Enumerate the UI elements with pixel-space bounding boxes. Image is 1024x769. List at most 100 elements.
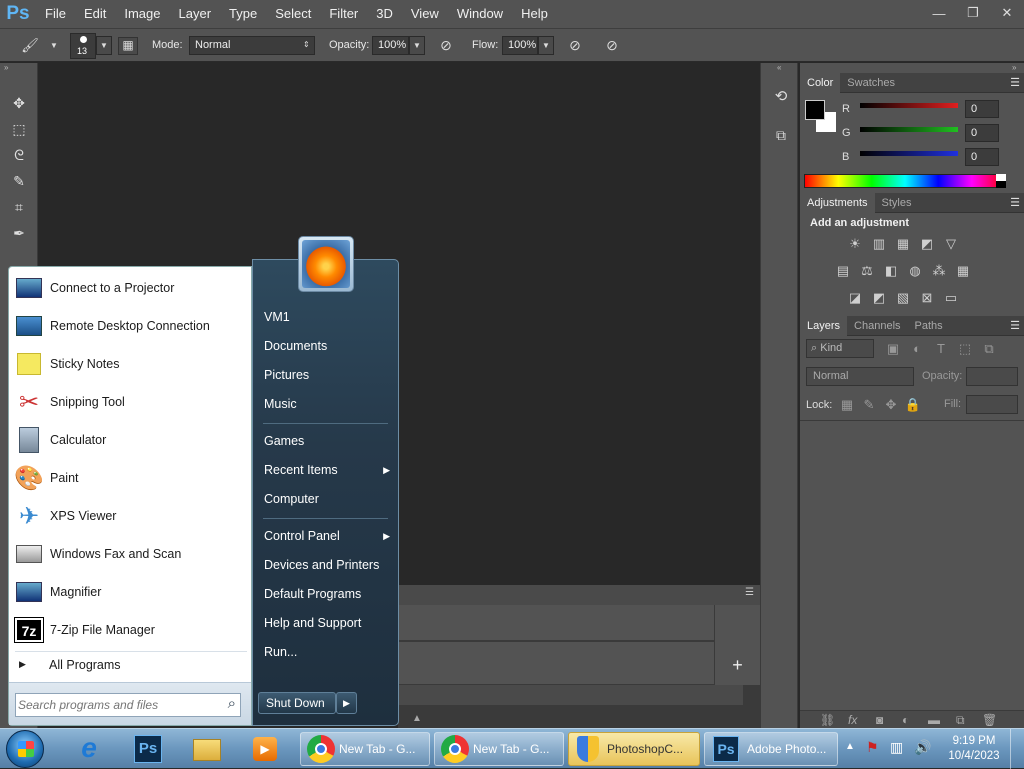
- new-group-icon[interactable]: ▬: [928, 713, 940, 727]
- timeline-menu-icon[interactable]: ☰: [745, 587, 754, 598]
- place-control-panel[interactable]: Control Panel: [264, 525, 394, 547]
- taskbar-adobe-photoshop[interactable]: Ps Adobe Photo...: [704, 732, 838, 766]
- menu-edit[interactable]: Edit: [75, 0, 115, 28]
- hue-saturation-icon[interactable]: ▤: [834, 263, 852, 279]
- search-input[interactable]: [18, 696, 214, 714]
- program-sticky-notes[interactable]: Sticky Notes: [13, 346, 249, 382]
- show-desktop-button[interactable]: [1010, 729, 1024, 769]
- layer-style-icon[interactable]: fx: [848, 713, 857, 727]
- place-default-programs[interactable]: Default Programs: [264, 583, 394, 605]
- all-programs-button[interactable]: ▶ All Programs: [13, 655, 249, 677]
- menu-view[interactable]: View: [402, 0, 448, 28]
- quick-selection-tool-icon[interactable]: ✎: [9, 171, 29, 191]
- user-picture-frame[interactable]: [298, 236, 354, 292]
- close-button[interactable]: ✕: [990, 0, 1024, 26]
- program-magnifier[interactable]: Magnifier: [13, 574, 249, 610]
- tab-paths[interactable]: Paths: [908, 316, 950, 336]
- photoshop-pinned-icon[interactable]: Ps: [131, 732, 165, 766]
- start-button[interactable]: [6, 730, 44, 768]
- taskbar-chrome-1[interactable]: New Tab - G...: [300, 732, 430, 766]
- expand-dock-icon[interactable]: «: [777, 63, 781, 72]
- place-devices-printers[interactable]: Devices and Printers: [264, 554, 394, 576]
- crop-tool-icon[interactable]: ⌗: [9, 197, 29, 217]
- brush-preset-picker[interactable]: 13: [70, 33, 96, 59]
- program-xps-viewer[interactable]: ✈ XPS Viewer: [13, 498, 249, 534]
- red-value-input[interactable]: 0: [965, 100, 999, 118]
- filter-adjustment-icon[interactable]: ◐: [908, 341, 926, 357]
- opacity-dropdown[interactable]: ▼: [409, 36, 425, 55]
- menu-3d[interactable]: 3D: [367, 0, 402, 28]
- new-layer-icon[interactable]: ⧉: [956, 713, 965, 728]
- flow-input[interactable]: 100%: [502, 36, 538, 55]
- internet-explorer-icon[interactable]: e: [72, 732, 106, 766]
- restore-button[interactable]: ❐: [956, 0, 990, 26]
- program-fax-scan[interactable]: Windows Fax and Scan: [13, 536, 249, 572]
- lock-brush-icon[interactable]: ✎: [860, 397, 878, 413]
- shut-down-options-icon[interactable]: ▶: [336, 692, 357, 714]
- network-icon[interactable]: ▥: [890, 739, 903, 756]
- collapse-toolbar-icon[interactable]: »: [4, 63, 8, 72]
- timeline-collapse-icon[interactable]: ▲: [412, 713, 432, 724]
- menu-window[interactable]: Window: [448, 0, 512, 28]
- system-clock[interactable]: 9:19 PM 10/4/2023: [944, 734, 1004, 764]
- program-remote-desktop[interactable]: Remote Desktop Connection: [13, 308, 249, 344]
- green-slider[interactable]: [860, 127, 958, 132]
- history-panel-icon[interactable]: ⟲: [771, 87, 791, 107]
- tab-layers[interactable]: Layers: [800, 316, 848, 336]
- tab-color[interactable]: Color: [800, 73, 841, 93]
- tab-channels[interactable]: Channels: [847, 316, 907, 336]
- gradient-map-icon[interactable]: ▭: [942, 290, 960, 306]
- channel-mixer-icon[interactable]: ⁂: [930, 263, 948, 279]
- tab-styles[interactable]: Styles: [875, 193, 919, 213]
- marquee-tool-icon[interactable]: ⬚: [9, 119, 29, 139]
- delete-layer-icon[interactable]: 🗑: [982, 713, 997, 727]
- action-center-icon[interactable]: ⚑: [866, 739, 879, 756]
- selective-color-icon[interactable]: ⊠: [918, 290, 936, 306]
- foreground-color-swatch[interactable]: [805, 100, 825, 120]
- layer-filter-kind-select[interactable]: ⌕ Kind: [806, 339, 874, 358]
- layers-panel-menu-icon[interactable]: ☰: [1010, 316, 1020, 336]
- eyedropper-tool-icon[interactable]: ✒: [9, 223, 29, 243]
- place-help-support[interactable]: Help and Support: [264, 612, 394, 634]
- place-computer[interactable]: Computer: [264, 488, 394, 510]
- add-track-icon[interactable]: +: [714, 605, 760, 685]
- green-value-input[interactable]: 0: [965, 124, 999, 142]
- layers-list[interactable]: [800, 420, 1024, 710]
- menu-layer[interactable]: Layer: [170, 0, 221, 28]
- menu-file[interactable]: File: [36, 0, 75, 28]
- new-adjustment-layer-icon[interactable]: ◐: [902, 713, 909, 727]
- lasso-tool-icon[interactable]: ᘓ: [9, 145, 29, 165]
- place-documents[interactable]: Documents: [264, 335, 394, 357]
- place-run[interactable]: Run...: [264, 641, 394, 663]
- black-white-icon[interactable]: ◧: [882, 263, 900, 279]
- menu-filter[interactable]: Filter: [320, 0, 367, 28]
- invert-icon[interactable]: ◪: [846, 290, 864, 306]
- curves-icon[interactable]: ▦: [894, 236, 912, 252]
- black-white-ramp[interactable]: [996, 174, 1006, 188]
- lock-transparency-icon[interactable]: ▦: [838, 397, 856, 413]
- posterize-icon[interactable]: ◩: [870, 290, 888, 306]
- blue-slider[interactable]: [860, 151, 958, 156]
- color-lookup-icon[interactable]: ▦: [954, 263, 972, 279]
- brush-tool-icon[interactable]: 🖌: [20, 37, 40, 55]
- color-balance-icon[interactable]: ⚖: [858, 263, 876, 279]
- menu-type[interactable]: Type: [220, 0, 266, 28]
- place-pictures[interactable]: Pictures: [264, 364, 394, 386]
- collapse-panels-icon[interactable]: »: [1012, 63, 1016, 72]
- pressure-opacity-icon[interactable]: ⊘: [436, 37, 456, 55]
- filter-shape-icon[interactable]: ⬚: [956, 341, 974, 357]
- taskbar-chrome-2[interactable]: New Tab - G...: [434, 732, 564, 766]
- search-box[interactable]: ⌕: [15, 693, 241, 717]
- pressure-size-icon[interactable]: ⊘: [602, 37, 622, 55]
- volume-icon[interactable]: 🔊: [914, 739, 931, 756]
- brush-panel-toggle-icon[interactable]: ▦: [118, 37, 138, 55]
- shut-down-button[interactable]: Shut Down: [258, 692, 336, 714]
- mode-select[interactable]: Normal: [189, 36, 315, 55]
- fill-input[interactable]: [966, 395, 1018, 414]
- tab-adjustments[interactable]: Adjustments: [800, 193, 875, 213]
- photo-filter-icon[interactable]: ◍: [906, 263, 924, 279]
- blend-mode-select[interactable]: Normal: [806, 367, 914, 386]
- add-mask-icon[interactable]: ◙: [876, 713, 883, 727]
- minimize-button[interactable]: —: [922, 0, 956, 26]
- menu-select[interactable]: Select: [266, 0, 320, 28]
